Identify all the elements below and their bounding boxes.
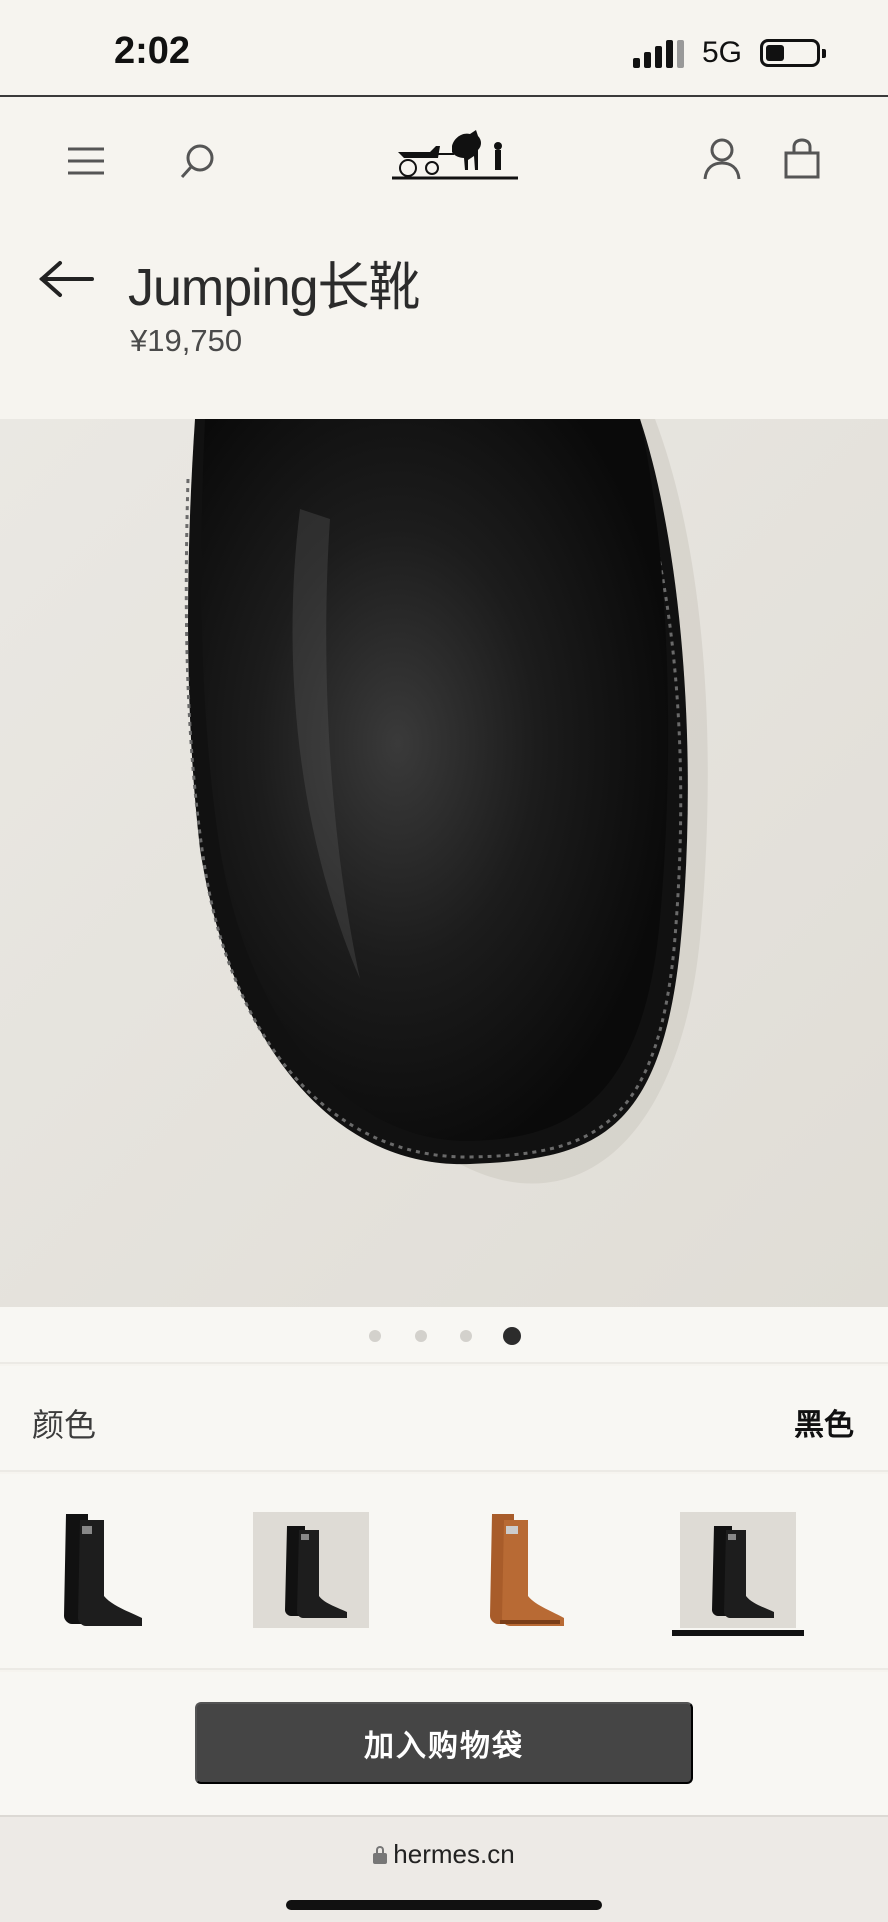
address-field[interactable]: hermes.cn [0,1839,888,1870]
pagination-dot[interactable] [415,1330,427,1342]
hamburger-icon [68,147,104,175]
lock-icon [373,1845,388,1864]
add-to-bag-button[interactable]: 加入购物袋 [195,1702,693,1784]
swatch-black-selected[interactable] [680,1512,796,1628]
bag-button[interactable] [776,133,828,185]
swatch-tan[interactable] [464,1512,580,1628]
swatch-black-alt[interactable] [253,1512,369,1628]
image-pagination [0,1307,888,1364]
account-button[interactable] [696,133,748,185]
boot-thumbnail [490,1514,564,1626]
swatch-black[interactable] [42,1512,158,1628]
user-icon [703,138,741,180]
boot-thumbnail [712,1526,774,1618]
browser-url-bar: hermes.cn [0,1815,888,1922]
status-indicators: 5G [632,36,826,70]
search-icon [180,144,214,179]
status-bar: 2:02 5G [0,0,888,97]
home-indicator[interactable] [286,1900,602,1910]
shopping-bag-icon [784,138,820,179]
back-button[interactable] [38,253,102,305]
signal-icon [632,38,684,68]
selected-swatch-indicator [672,1630,804,1636]
network-label: 5G [701,36,742,69]
boot-toe-image [0,419,888,1307]
product-price: ¥19,750 [130,323,243,358]
color-label: 颜色 [32,1406,97,1444]
selected-color-value: 黑色 [794,1408,854,1443]
color-swatches [0,1474,888,1670]
hermes-logo[interactable] [385,119,525,199]
pagination-dot[interactable] [460,1330,472,1342]
product-header: Jumping长靴 ¥19,750 [0,223,888,419]
search-button[interactable] [172,135,224,187]
boot-thumbnail [64,1514,142,1626]
pagination-dot-active[interactable] [503,1327,521,1345]
product-image[interactable] [0,419,888,1307]
status-time: 2:02 [114,30,191,72]
battery-icon [760,39,826,67]
pagination-dot[interactable] [369,1330,381,1342]
cta-area: 加入购物袋 [0,1672,888,1815]
color-selector-row[interactable]: 颜色 黑色 [0,1366,888,1472]
arrow-left-icon [38,261,94,297]
url-text: hermes.cn [393,1839,515,1869]
site-header [0,99,888,223]
carriage-logo-icon [392,130,518,180]
menu-button[interactable] [62,139,110,183]
product-title: Jumping长靴 [128,259,421,317]
boot-thumbnail [285,1526,347,1618]
